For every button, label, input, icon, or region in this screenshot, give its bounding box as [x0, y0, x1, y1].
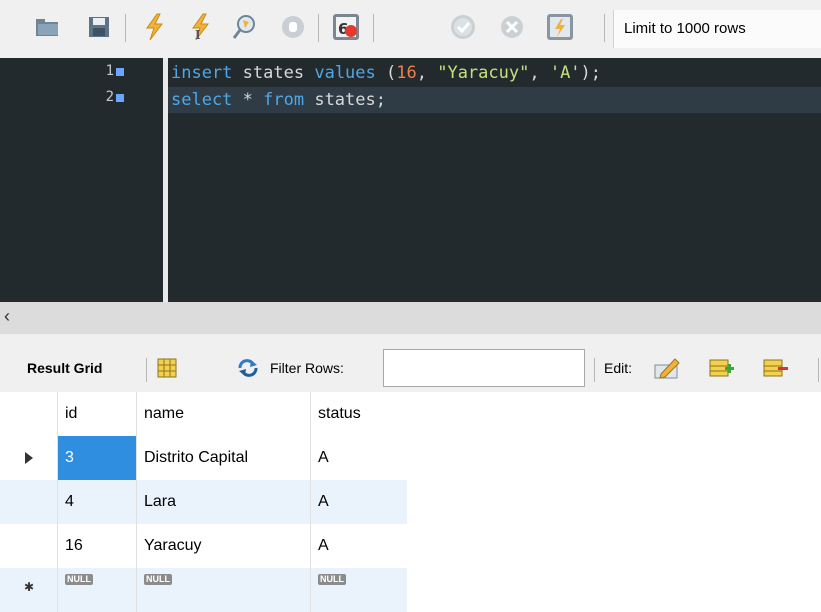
row-indicator	[0, 524, 57, 568]
execute-current-icon[interactable]: I	[183, 10, 217, 44]
open-folder-icon[interactable]	[30, 10, 64, 44]
row-indicator	[0, 480, 57, 524]
toolbar-separator	[373, 14, 374, 42]
grid-layout-icon[interactable]	[153, 354, 181, 382]
cell-status[interactable]: A	[310, 524, 407, 568]
new-row[interactable]: ✱ NULL NULL NULL	[0, 568, 407, 612]
sql-editor-toolbar: I 6 Limit to 1000 rows	[0, 0, 821, 58]
code-token: );	[580, 63, 602, 83]
cell-status[interactable]: NULL	[310, 568, 407, 612]
delete-row-icon[interactable]	[762, 354, 790, 382]
code-token: states	[242, 63, 305, 83]
svg-text:I: I	[195, 28, 201, 41]
column-header-id[interactable]: id	[57, 392, 136, 436]
edit-label: Edit:	[604, 360, 633, 376]
code-token: from	[263, 90, 305, 110]
table-row[interactable]: 3 Distrito Capital A	[0, 436, 407, 480]
toolbar-separator	[146, 358, 147, 382]
code-line-2[interactable]: select * from states;	[168, 87, 821, 113]
code-token: 16	[396, 63, 417, 83]
toolbar-separator	[604, 14, 605, 42]
code-token: ,	[416, 63, 438, 83]
null-badge: NULL	[65, 574, 93, 585]
code-token: values	[314, 63, 376, 83]
code-token: *	[232, 90, 264, 110]
statement-marker-icon	[116, 68, 124, 76]
add-row-icon[interactable]	[708, 354, 736, 382]
line-number: 1	[105, 63, 114, 79]
cell-status[interactable]: A	[310, 436, 407, 480]
cell-id[interactable]: 4	[57, 480, 136, 524]
row-indicator	[0, 436, 57, 480]
autocommit-icon[interactable]	[543, 10, 577, 44]
toolbar-separator	[818, 358, 819, 382]
column-header-name[interactable]: name	[136, 392, 310, 436]
cell-name[interactable]: Lara	[136, 480, 310, 524]
cell-id[interactable]: 16	[57, 524, 136, 568]
cell-id[interactable]: NULL	[57, 568, 136, 612]
filter-rows-input[interactable]	[383, 349, 585, 387]
code-line-1[interactable]: insert states values (16, "Yaracuy", 'A'…	[168, 60, 821, 86]
save-icon[interactable]	[82, 10, 116, 44]
result-toolbar: Result Grid Filter Rows: Edit:	[0, 334, 821, 392]
statement-marker-icon	[116, 94, 124, 102]
cell-name[interactable]: Yaracuy	[136, 524, 310, 568]
code-token: states;	[304, 90, 386, 110]
cell-name[interactable]: Distrito Capital	[136, 436, 310, 480]
code-token: "Yaracuy"	[437, 63, 530, 83]
row-indicator-header	[0, 392, 57, 436]
new-row-star-icon: ✱	[24, 580, 35, 594]
current-row-arrow-icon	[25, 452, 33, 464]
line-number: 2	[105, 89, 114, 105]
filter-rows-label: Filter Rows:	[270, 360, 344, 376]
code-token: (	[375, 63, 397, 83]
table-row[interactable]: 16 Yaracuy A	[0, 524, 407, 568]
code-token: 'A'	[549, 63, 581, 83]
code-token: insert	[171, 63, 233, 83]
cell-status[interactable]: A	[310, 480, 407, 524]
toggle-error-icon[interactable]: 6	[329, 10, 363, 44]
limit-rows-dropdown[interactable]: Limit to 1000 rows	[613, 10, 821, 48]
result-grid-tab[interactable]: Result Grid	[27, 360, 102, 376]
toolbar-separator	[594, 358, 595, 382]
explain-icon[interactable]	[228, 10, 262, 44]
execute-icon[interactable]	[137, 10, 171, 44]
toolbar-separator	[318, 14, 319, 42]
code-token: ,	[529, 63, 550, 83]
code-token: select	[171, 90, 233, 110]
refresh-icon[interactable]	[234, 354, 262, 382]
cell-name[interactable]: NULL	[136, 568, 310, 612]
edit-row-icon[interactable]	[653, 354, 681, 382]
null-badge: NULL	[144, 574, 172, 585]
toolbar-separator	[125, 14, 126, 42]
editor-horizontal-scrollbar[interactable]: ‹	[0, 302, 821, 334]
row-indicator: ✱	[0, 568, 57, 612]
null-badge: NULL	[318, 574, 346, 585]
code-area[interactable]: insert states values (16, "Yaracuy", 'A'…	[168, 58, 821, 302]
column-header-status[interactable]: status	[310, 392, 407, 436]
stop-icon[interactable]	[276, 10, 310, 44]
sql-editor[interactable]: 1 2 insert states values (16, "Yaracuy",…	[0, 58, 821, 302]
rollback-icon[interactable]	[495, 10, 529, 44]
cell-id[interactable]: 3	[57, 436, 136, 480]
commit-icon[interactable]	[446, 10, 480, 44]
grid-header-row: id name status	[0, 392, 407, 436]
scroll-left-icon[interactable]: ‹	[4, 306, 10, 327]
result-grid[interactable]: id name status 3 Distrito Capital A 4 La…	[0, 392, 407, 612]
table-row[interactable]: 4 Lara A	[0, 480, 407, 524]
line-number-gutter: 1 2	[0, 58, 151, 302]
